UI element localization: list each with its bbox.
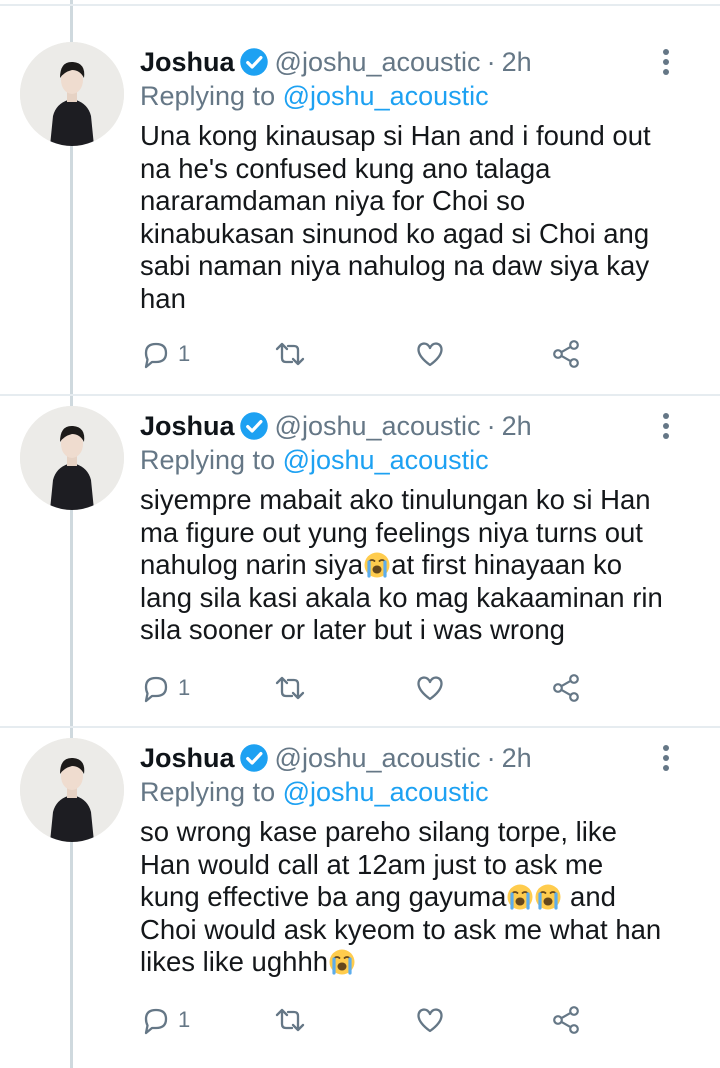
tweet-actions: 1 <box>140 1000 700 1040</box>
tweet-divider <box>0 394 720 396</box>
replying-to-handle[interactable]: @joshu_acoustic <box>283 777 489 807</box>
author-name[interactable]: Joshua <box>140 740 235 776</box>
tweet-line: han <box>140 282 186 314</box>
retweet-icon <box>275 1008 305 1032</box>
separator-dot: · <box>486 411 496 441</box>
more-vertical-icon[interactable] <box>654 46 678 78</box>
share-icon <box>553 1006 579 1034</box>
avatar[interactable] <box>20 738 124 842</box>
like-button[interactable] <box>414 668 446 708</box>
author-handle[interactable]: @joshu_acoustic <box>275 408 481 444</box>
tweet-line: sila sooner or later but i was wrong <box>140 614 565 645</box>
retweet-button[interactable] <box>274 334 306 374</box>
reply-bubble-icon <box>144 1008 168 1035</box>
verified-badge-icon <box>239 411 269 441</box>
author-name[interactable]: Joshua <box>140 408 235 444</box>
replying-to: Replying to @joshu_acoustic <box>140 78 489 114</box>
timestamp[interactable]: 2h <box>502 740 532 776</box>
tweet-line: so wrong kase pareho silang torpe, like <box>140 816 617 847</box>
retweet-icon <box>275 676 305 700</box>
tweet[interactable]: Joshua @joshu_acoustic · 2h Replying to … <box>0 406 720 716</box>
tweet-actions: 1 <box>140 668 700 708</box>
author-name[interactable]: Joshua <box>140 44 235 80</box>
reply-bubble-icon <box>144 342 168 369</box>
timestamp[interactable]: 2h <box>502 408 532 444</box>
avatar[interactable] <box>20 406 124 510</box>
tweet-line: Han would call at 12am just to ask me <box>140 848 604 880</box>
separator-dot: · <box>486 47 496 77</box>
replying-to-label: Replying to <box>140 81 276 111</box>
retweet-button[interactable] <box>274 668 306 708</box>
heart-icon <box>417 676 443 701</box>
tweet-line-segment: at first hinayaan ko <box>391 549 623 580</box>
share-button[interactable] <box>550 334 582 374</box>
replying-to-handle[interactable]: @joshu_acoustic <box>283 445 489 475</box>
reply-bubble-icon <box>144 676 168 703</box>
share-icon <box>553 674 579 702</box>
tweet-line-segment: nahulog narin siya <box>140 549 364 580</box>
tweet-line: kung effective ba ang gayuma and <box>140 881 700 914</box>
verified-badge-icon <box>239 743 269 773</box>
heart-icon <box>417 342 443 367</box>
reply-button[interactable]: 1 <box>140 1000 190 1040</box>
tweet-text: Una kong kinausap si Han and i found out… <box>140 120 700 315</box>
avatar[interactable] <box>20 42 124 146</box>
tweet-actions: 1 <box>140 334 700 374</box>
retweet-button[interactable] <box>274 1000 306 1040</box>
replying-to-label: Replying to <box>140 445 276 475</box>
separator-dot: · <box>486 743 496 773</box>
tweet-line: nahulog narin siya at first hinayaan ko <box>140 549 700 582</box>
tweet-line: Una kong kinausap si Han and i found out <box>140 120 651 151</box>
tweet[interactable]: Joshua @joshu_acoustic · 2h Replying to … <box>0 738 720 1058</box>
reply-count: 1 <box>178 341 191 366</box>
tweet-line: Choi would ask kyeom to ask me what han <box>140 913 662 945</box>
share-icon <box>553 340 579 368</box>
tweet-line-segment: and <box>562 881 616 912</box>
tweet-line: likes like ughhh <box>140 946 700 979</box>
share-button[interactable] <box>550 1000 582 1040</box>
more-vertical-icon[interactable] <box>654 410 678 442</box>
tweet-line: sabi naman niya nahulog na daw siya kay <box>140 250 650 281</box>
replying-to-label: Replying to <box>140 777 276 807</box>
loudly-crying-face-emoji <box>534 883 562 911</box>
retweet-icon <box>275 342 305 366</box>
tweet-line: lang sila kasi akala ko mag kakaaminan r… <box>140 581 663 613</box>
tweet-text: so wrong kase pareho silang torpe, like … <box>140 816 700 979</box>
author-handle[interactable]: @joshu_acoustic <box>275 740 481 776</box>
tweet[interactable]: Joshua @joshu_acoustic · 2h Replying to … <box>0 42 720 382</box>
reply-button[interactable]: 1 <box>140 334 190 374</box>
reply-button[interactable]: 1 <box>140 668 190 708</box>
loudly-crying-face-emoji <box>506 883 534 911</box>
tweet-line: siyempre mabait ako tinulungan ko si Han <box>140 484 651 515</box>
tweet-header: Joshua @joshu_acoustic · 2h <box>140 408 532 444</box>
heart-icon <box>417 1008 443 1033</box>
reply-count: 1 <box>178 1007 191 1032</box>
verified-badge-icon <box>239 47 269 77</box>
tweet-line-segment: likes like ughhh <box>140 946 329 977</box>
tweet-header: Joshua @joshu_acoustic · 2h <box>140 44 532 80</box>
tweet-line: na he's confused kung ano talaga <box>140 152 551 184</box>
loudly-crying-face-emoji <box>363 551 391 579</box>
tweet-line: ma figure out yung feelings niya turns o… <box>140 516 643 548</box>
top-divider <box>0 4 720 6</box>
more-vertical-icon[interactable] <box>654 742 678 774</box>
tweet-line-segment: kung effective ba ang gayuma <box>140 881 507 912</box>
tweet-divider <box>0 726 720 728</box>
tweet-header: Joshua @joshu_acoustic · 2h <box>140 740 532 776</box>
replying-to: Replying to @joshu_acoustic <box>140 774 489 810</box>
like-button[interactable] <box>414 334 446 374</box>
author-handle[interactable]: @joshu_acoustic <box>275 44 481 80</box>
timestamp[interactable]: 2h <box>502 44 532 80</box>
tweet-text: siyempre mabait ako tinulungan ko si Han… <box>140 484 700 647</box>
replying-to-handle[interactable]: @joshu_acoustic <box>283 81 489 111</box>
like-button[interactable] <box>414 1000 446 1040</box>
tweet-line: nararamdaman niya for Choi so <box>140 185 526 216</box>
share-button[interactable] <box>550 668 582 708</box>
loudly-crying-face-emoji <box>328 948 356 976</box>
reply-count: 1 <box>178 675 191 700</box>
replying-to: Replying to @joshu_acoustic <box>140 442 489 478</box>
tweet-line: kinabukasan sinunod ko agad si Choi ang <box>140 217 650 249</box>
